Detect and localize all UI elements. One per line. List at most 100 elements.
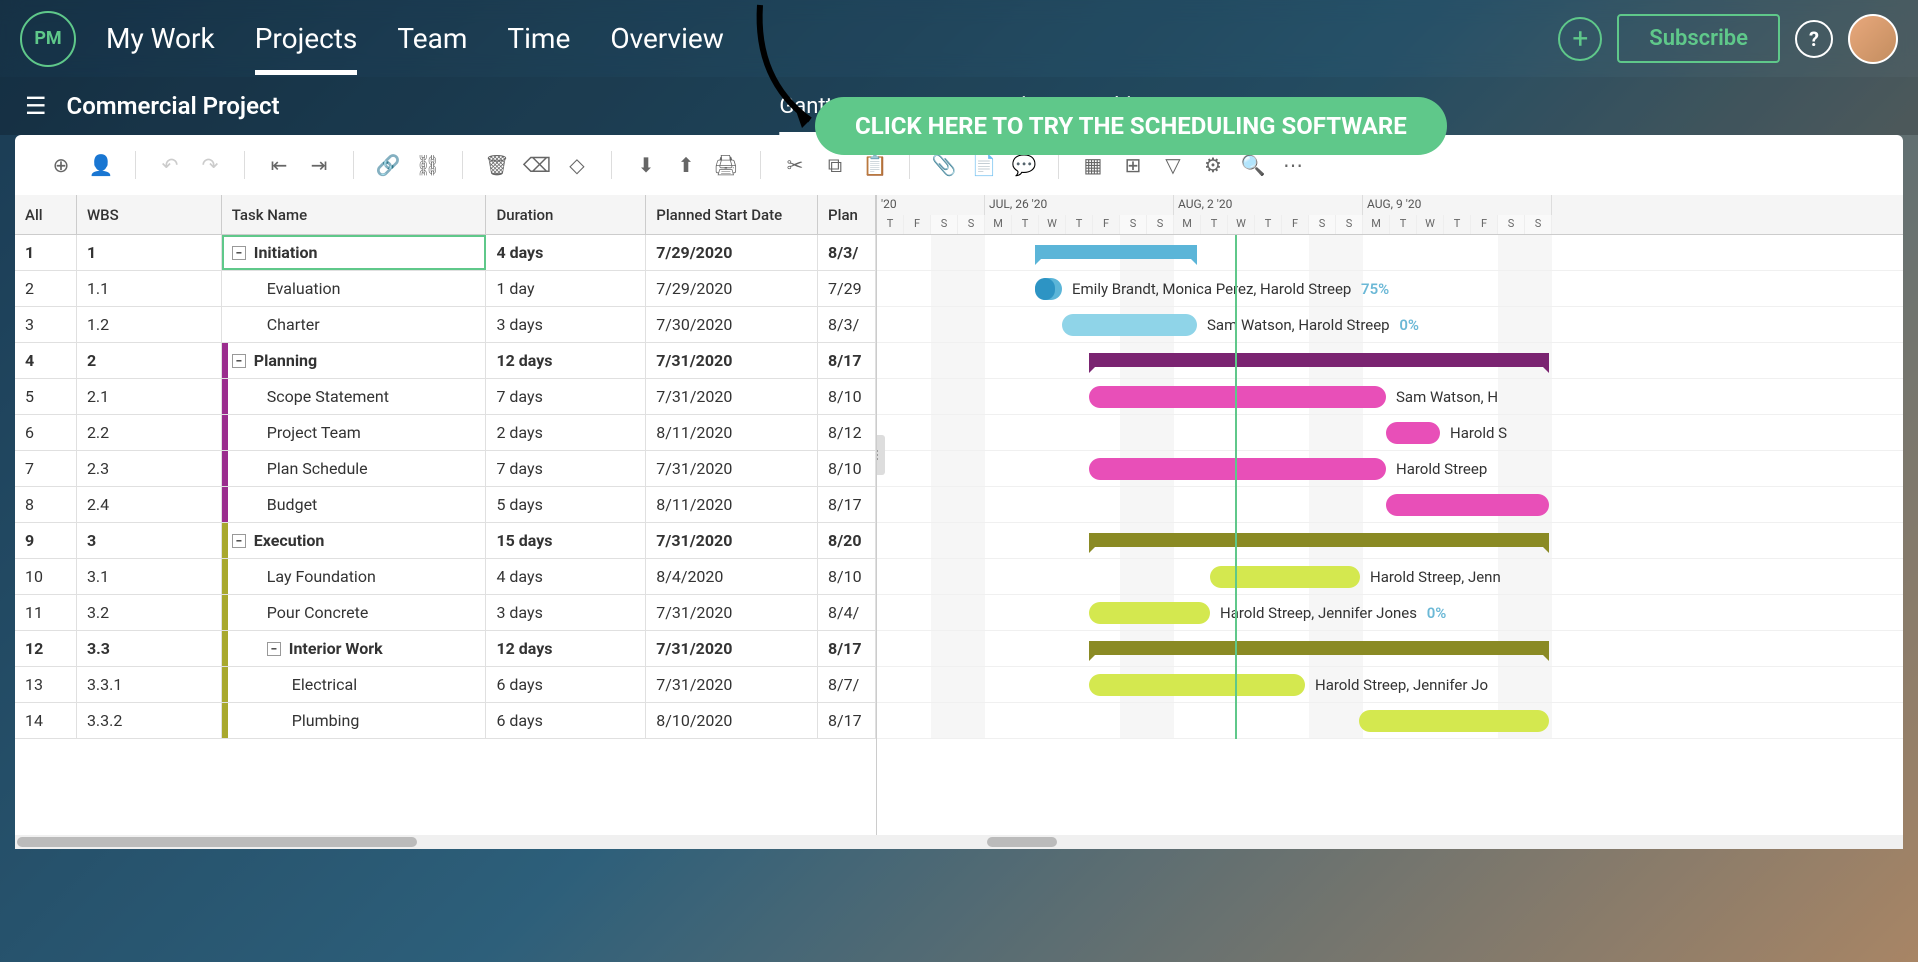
end-date-cell[interactable]: 8/17 [818,703,876,738]
table-row[interactable]: 3 1.2 Charter 3 days 7/30/2020 8/3/ [15,307,876,343]
col-header-all[interactable]: All [15,195,77,234]
start-date-cell[interactable]: 8/10/2020 [646,703,818,738]
export-icon[interactable]: ⬆ [670,149,702,181]
duration-cell[interactable]: 12 days [486,631,646,666]
duration-cell[interactable]: 2 days [486,415,646,450]
duration-cell[interactable]: 3 days [486,307,646,342]
duration-cell[interactable]: 4 days [486,559,646,594]
gantt-bar[interactable] [1089,641,1549,655]
gantt-bar[interactable]: Harold Streep, Jennifer Jones 0% [1089,602,1210,624]
milestone-icon[interactable]: ◇ [561,149,593,181]
duration-cell[interactable]: 12 days [486,343,646,378]
wbs-cell[interactable]: 3.3.2 [77,703,222,738]
table-row[interactable]: 14 3.3.2 Plumbing 6 days 8/10/2020 8/17 [15,703,876,739]
gantt-bar[interactable] [1359,710,1549,732]
collapse-toggle[interactable]: − [267,642,281,656]
duration-cell[interactable]: 7 days [486,451,646,486]
table-row[interactable]: 5 2.1 Scope Statement 7 days 7/31/2020 8… [15,379,876,415]
task-name-cell[interactable]: −Planning [222,343,487,378]
gantt-row[interactable] [877,379,1903,415]
end-date-cell[interactable]: 8/10 [818,559,876,594]
assign-user-icon[interactable]: 👤 [85,149,117,181]
nav-team[interactable]: Team [397,2,467,75]
grid-hscrollbar[interactable] [15,835,1903,849]
end-date-cell[interactable]: 7/29 [818,271,876,306]
unlink-icon[interactable]: ⛓ [412,149,444,181]
table-row[interactable]: 10 3.1 Lay Foundation 4 days 8/4/2020 8/… [15,559,876,595]
outdent-icon[interactable]: ⇤ [263,149,295,181]
nav-time[interactable]: Time [507,2,570,75]
cut-icon[interactable]: ✂ [779,149,811,181]
add-button[interactable]: + [1558,17,1602,61]
end-date-cell[interactable]: 8/10 [818,379,876,414]
task-name-cell[interactable]: Lay Foundation [222,559,487,594]
duration-cell[interactable]: 4 days [486,235,646,270]
collapse-toggle[interactable]: − [232,354,246,368]
task-name-cell[interactable]: −Initiation [222,235,487,270]
table-row[interactable]: 2 1.1 Evaluation 1 day 7/29/2020 7/29 [15,271,876,307]
start-date-cell[interactable]: 8/11/2020 [646,487,818,522]
table-row[interactable]: 12 3.3 −Interior Work 12 days 7/31/2020 … [15,631,876,667]
end-date-cell[interactable]: 8/17 [818,631,876,666]
help-button[interactable]: ? [1795,20,1833,58]
task-name-cell[interactable]: −Execution [222,523,487,558]
end-date-cell[interactable]: 8/7/ [818,667,876,702]
print-icon[interactable]: 🖨 [710,149,742,181]
logo[interactable]: PM [20,11,76,67]
wbs-cell[interactable]: 1 [77,235,222,270]
end-date-cell[interactable]: 8/17 [818,487,876,522]
duration-cell[interactable]: 7 days [486,379,646,414]
start-date-cell[interactable]: 7/29/2020 [646,235,818,270]
gantt-row[interactable] [877,451,1903,487]
gantt-row[interactable] [877,235,1903,271]
start-date-cell[interactable]: 7/31/2020 [646,667,818,702]
end-date-cell[interactable]: 8/3/ [818,235,876,270]
end-date-cell[interactable]: 8/4/ [818,595,876,630]
gantt-bar[interactable]: Harold S [1386,422,1440,444]
start-date-cell[interactable]: 7/31/2020 [646,595,818,630]
cta-banner[interactable]: CLICK HERE TO TRY THE SCHEDULING SOFTWAR… [815,97,1447,155]
collapse-toggle[interactable]: − [232,246,246,260]
start-date-cell[interactable]: 7/31/2020 [646,343,818,378]
subscribe-button[interactable]: Subscribe [1617,14,1780,63]
wbs-cell[interactable]: 3 [77,523,222,558]
delete-icon[interactable]: 🗑 [481,149,513,181]
duration-cell[interactable]: 6 days [486,703,646,738]
wbs-cell[interactable]: 2.2 [77,415,222,450]
task-name-cell[interactable]: Scope Statement [222,379,487,414]
end-date-cell[interactable]: 8/17 [818,343,876,378]
wbs-cell[interactable]: 2.3 [77,451,222,486]
col-header-wbs[interactable]: WBS [77,195,222,234]
nav-projects[interactable]: Projects [255,2,358,75]
duration-cell[interactable]: 5 days [486,487,646,522]
gantt-bar[interactable] [1089,353,1549,367]
task-name-cell[interactable]: Charter [222,307,487,342]
start-date-cell[interactable]: 8/11/2020 [646,415,818,450]
user-avatar[interactable] [1848,14,1898,64]
collapse-toggle[interactable]: − [232,534,246,548]
wbs-cell[interactable]: 3.3 [77,631,222,666]
table-row[interactable]: 13 3.3.1 Electrical 6 days 7/31/2020 8/7… [15,667,876,703]
task-name-cell[interactable]: −Interior Work [222,631,487,666]
import-icon[interactable]: ⬇ [630,149,662,181]
start-date-cell[interactable]: 7/30/2020 [646,307,818,342]
gantt-bar[interactable] [1089,533,1549,547]
undo-icon[interactable]: ↶ [154,149,186,181]
duration-cell[interactable]: 15 days [486,523,646,558]
gantt-bar[interactable]: Emily Brandt, Monica Perez, Harold Stree… [1035,278,1062,300]
start-date-cell[interactable]: 7/31/2020 [646,631,818,666]
task-name-cell[interactable]: Project Team [222,415,487,450]
wbs-cell[interactable]: 3.3.1 [77,667,222,702]
start-date-cell[interactable]: 7/31/2020 [646,523,818,558]
wbs-cell[interactable]: 1.2 [77,307,222,342]
start-date-cell[interactable]: 7/29/2020 [646,271,818,306]
wbs-cell[interactable]: 3.1 [77,559,222,594]
add-task-icon[interactable]: ⊕ [45,149,77,181]
clear-icon[interactable]: ⌫ [521,149,553,181]
redo-icon[interactable]: ↷ [194,149,226,181]
table-row[interactable]: 9 3 −Execution 15 days 7/31/2020 8/20 [15,523,876,559]
table-row[interactable]: 7 2.3 Plan Schedule 7 days 7/31/2020 8/1… [15,451,876,487]
end-date-cell[interactable]: 8/10 [818,451,876,486]
gantt-bar[interactable] [1386,494,1549,516]
table-row[interactable]: 1 1 −Initiation 4 days 7/29/2020 8/3/ [15,235,876,271]
